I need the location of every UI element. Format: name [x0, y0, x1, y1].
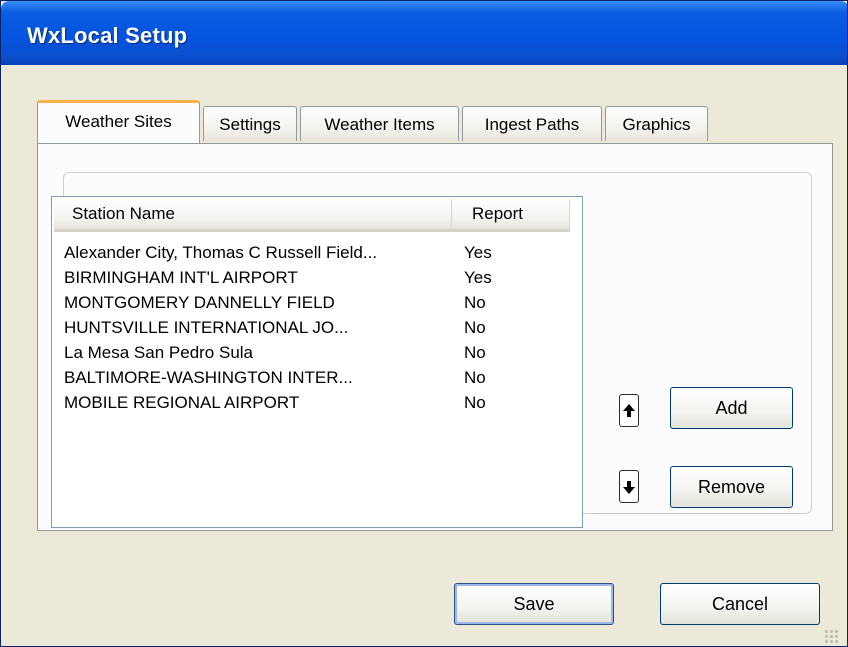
tab-weather-items[interactable]: Weather Items: [300, 106, 459, 141]
station-name-cell: La Mesa San Pedro Sula: [64, 343, 254, 362]
tab-weather-sites[interactable]: Weather Sites: [37, 100, 200, 143]
report-cell: No: [464, 293, 486, 312]
save-button[interactable]: Save: [454, 583, 614, 625]
station-name-cell: Alexander City, Thomas C Russell Field..…: [64, 243, 378, 262]
remove-button[interactable]: Remove: [670, 466, 793, 508]
tab-graphics[interactable]: Graphics: [605, 106, 708, 141]
wxlocal-setup-window: WxLocal Setup Weather Sites Settings Wea…: [0, 0, 848, 647]
dialog-client-area: Weather Sites Settings Weather Items Ing…: [7, 65, 841, 646]
cancel-button[interactable]: Cancel: [660, 583, 820, 625]
report-cell: No: [464, 343, 486, 362]
list-header: Station Name Report: [52, 197, 582, 235]
window-title: WxLocal Setup: [27, 23, 188, 48]
report-cell: No: [464, 318, 486, 337]
column-header-station-name[interactable]: Station Name: [54, 199, 452, 232]
arrow-up-icon: [623, 404, 635, 417]
station-list[interactable]: Station Name Report Alexander City, Thom…: [51, 196, 583, 528]
station-name-cell: MONTGOMERY DANNELLY FIELD: [64, 293, 335, 312]
move-down-button[interactable]: [619, 470, 639, 503]
tab-ingest-paths[interactable]: Ingest Paths: [462, 106, 602, 141]
report-cell: No: [464, 393, 486, 412]
tab-settings[interactable]: Settings: [203, 106, 297, 141]
station-name-cell: BALTIMORE-WASHINGTON INTER...: [64, 368, 353, 387]
station-name-cell: BIRMINGHAM INT'L AIRPORT: [64, 268, 298, 287]
report-cell: Yes: [464, 243, 492, 262]
title-bar[interactable]: WxLocal Setup: [1, 1, 847, 65]
report-cell: No: [464, 368, 486, 387]
add-button[interactable]: Add: [670, 387, 793, 429]
station-name-cell: HUNTSVILLE INTERNATIONAL JO...: [64, 318, 349, 337]
resize-grip[interactable]: [824, 629, 838, 643]
column-header-report[interactable]: Report: [452, 199, 570, 232]
arrow-down-icon: [623, 481, 635, 494]
station-name-cell: MOBILE REGIONAL AIRPORT: [64, 393, 300, 412]
report-cell: Yes: [464, 268, 492, 287]
move-up-button[interactable]: [619, 394, 639, 427]
